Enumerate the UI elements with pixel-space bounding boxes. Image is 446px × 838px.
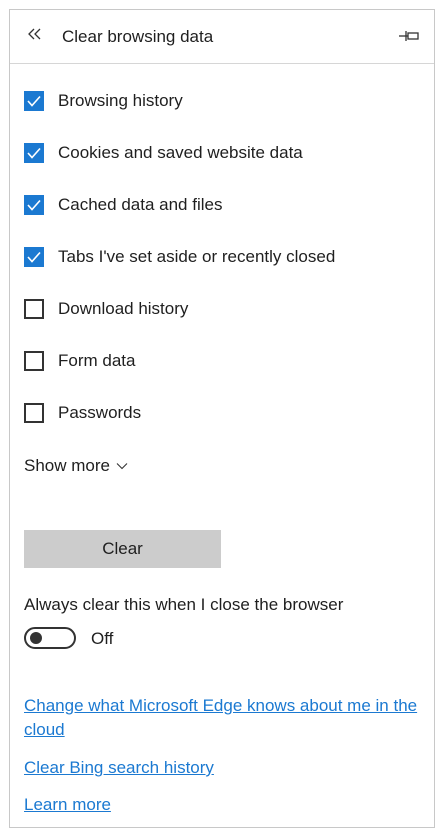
checkmark-icon: [27, 199, 41, 211]
option-download-history[interactable]: Download history: [24, 296, 188, 322]
option-label: Cached data and files: [58, 195, 223, 214]
checkmark-icon: [27, 95, 41, 107]
show-more-label: Show more: [24, 456, 110, 475]
option-label: Passwords: [58, 403, 142, 422]
option-label: Browsing history: [58, 91, 183, 110]
option-label: Form data: [58, 351, 136, 370]
clear-button[interactable]: Clear: [24, 530, 221, 568]
show-more-link[interactable]: Show more: [24, 456, 128, 476]
panel-header: Clear browsing data: [10, 10, 434, 64]
checkbox[interactable]: [24, 403, 44, 423]
option-passwords[interactable]: Passwords: [24, 400, 141, 426]
toggle-knob: [30, 632, 42, 644]
checkbox[interactable]: [24, 247, 44, 267]
option-label: Download history: [58, 299, 189, 318]
learn-more-link[interactable]: Learn more: [24, 793, 111, 817]
checkbox[interactable]: [24, 143, 44, 163]
option-tabs-set-aside[interactable]: Tabs I've set aside or recently closed: [24, 244, 335, 270]
change-edge-knows-link[interactable]: Change what Microsoft Edge knows about m…: [24, 694, 419, 742]
option-cookies[interactable]: Cookies and saved website data: [24, 140, 303, 166]
option-label: Tabs I've set aside or recently closed: [58, 247, 336, 266]
checkmark-icon: [27, 251, 41, 263]
checkbox[interactable]: [24, 91, 44, 111]
clear-bing-history-link[interactable]: Clear Bing search history: [24, 756, 214, 780]
always-clear-toggle[interactable]: [24, 627, 76, 649]
option-cached-data[interactable]: Cached data and files: [24, 192, 222, 218]
checkbox[interactable]: [24, 195, 44, 215]
chevron-down-icon: [116, 463, 128, 470]
toggle-state-label: Off: [91, 629, 114, 648]
checkmark-icon: [27, 147, 41, 159]
option-form-data[interactable]: Form data: [24, 348, 135, 374]
always-clear-label: Always clear this when I close the brows…: [24, 595, 344, 614]
panel-title: Clear browsing data: [62, 27, 214, 46]
checkbox[interactable]: [24, 351, 44, 371]
option-browsing-history[interactable]: Browsing history: [24, 88, 183, 114]
checkbox[interactable]: [24, 299, 44, 319]
double-chevron-left-icon[interactable]: [26, 24, 44, 44]
pin-icon[interactable]: [398, 27, 420, 45]
option-label: Cookies and saved website data: [58, 143, 303, 162]
clear-browsing-data-panel: Clear browsing data Browsing history Coo…: [9, 9, 435, 828]
